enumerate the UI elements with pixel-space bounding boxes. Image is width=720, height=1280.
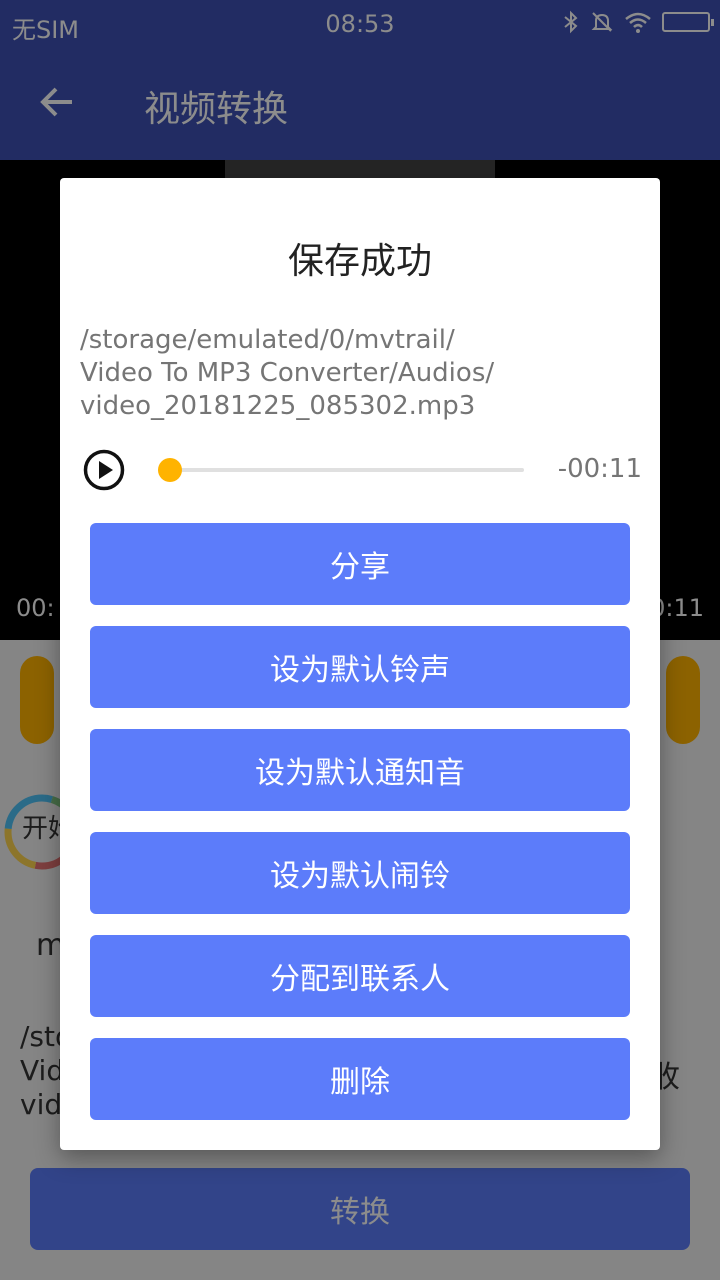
set-ringtone-button[interactable]: 设为默认铃声 [90, 626, 630, 708]
dialog-title: 保存成功 [287, 241, 432, 282]
set-notification-button[interactable]: 设为默认通知音 [90, 729, 630, 811]
file-path-line: /storage/emulated/0/mvtrail/ [80, 325, 455, 355]
seek-bar[interactable] [158, 468, 524, 472]
file-path-line: video_20181225_085302.mp3 [80, 391, 476, 421]
saved-file-path: /storage/emulated/0/mvtrail/ Video To MP… [80, 324, 640, 423]
save-success-dialog: 保存成功 /storage/emulated/0/mvtrail/ Video … [60, 178, 660, 1150]
delete-button[interactable]: 删除 [90, 1038, 630, 1120]
audio-player: -00:11 [82, 448, 642, 492]
share-button[interactable]: 分享 [90, 523, 630, 605]
play-circle-icon[interactable] [82, 448, 126, 492]
file-path-line: Video To MP3 Converter/Audios/ [80, 358, 495, 388]
assign-contact-button[interactable]: 分配到联系人 [90, 935, 630, 1017]
seek-thumb[interactable] [158, 458, 182, 482]
set-alarm-button[interactable]: 设为默认闹铃 [90, 832, 630, 914]
remaining-time: -00:11 [557, 454, 642, 484]
